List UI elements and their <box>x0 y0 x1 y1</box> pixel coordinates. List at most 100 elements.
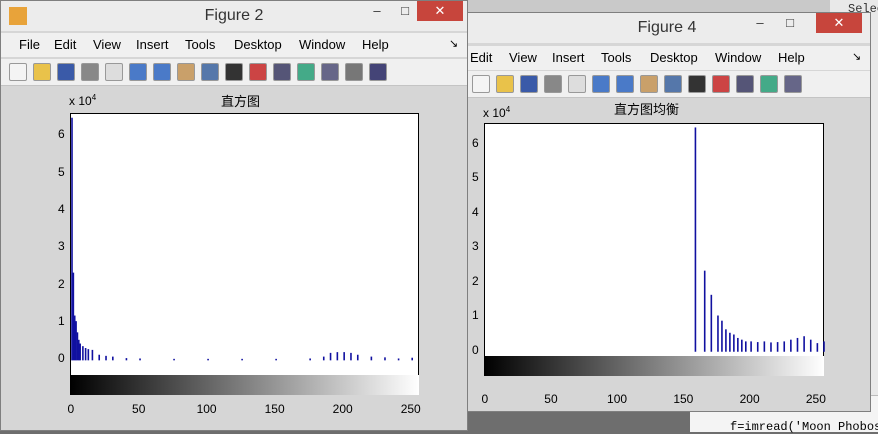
menu-tools[interactable]: Tools <box>601 50 631 65</box>
rotate-icon[interactable] <box>201 63 219 81</box>
maximize-button[interactable]: □ <box>395 1 415 21</box>
figure-4-axes[interactable] <box>484 123 825 368</box>
histogram-bar <box>694 127 697 352</box>
menu-help[interactable]: Help <box>778 50 805 65</box>
histogram-bar <box>384 357 386 361</box>
x-tick-label: 200 <box>739 392 760 406</box>
y-tick-label: 0 <box>58 351 65 366</box>
menu-view[interactable]: View <box>509 50 537 65</box>
zoom-in-icon[interactable] <box>129 63 147 81</box>
figure-2-toolbar <box>1 59 467 86</box>
histogram-bar <box>356 354 359 361</box>
colorbar-icon[interactable] <box>297 63 315 81</box>
rotate-icon[interactable] <box>616 75 634 93</box>
print-icon[interactable] <box>81 63 99 81</box>
link-icon[interactable] <box>688 75 706 93</box>
menu-dock-arrow-icon[interactable]: ↘ <box>449 37 458 50</box>
y-tick-label: 4 <box>472 204 479 219</box>
histogram-bar <box>790 339 792 352</box>
y-tick-label: 2 <box>472 273 479 288</box>
new-figure-icon[interactable] <box>9 63 27 81</box>
menu-view[interactable]: View <box>93 37 121 52</box>
menu-edit[interactable]: Edit <box>470 50 492 65</box>
pointer-icon[interactable] <box>520 75 538 93</box>
histogram-bar <box>76 332 79 361</box>
histogram-bar <box>322 356 325 361</box>
maximize-button[interactable]: □ <box>780 13 800 33</box>
menu-desktop[interactable]: Desktop <box>234 37 282 52</box>
zoom-out-icon[interactable] <box>568 75 586 93</box>
x-tick-label: 50 <box>544 392 558 406</box>
histogram-bar <box>741 339 743 352</box>
legend-icon[interactable] <box>321 63 339 81</box>
histogram-bar <box>397 358 400 361</box>
histogram-bar <box>725 329 727 352</box>
show-tools-icon[interactable] <box>369 63 387 81</box>
data-cursor-icon[interactable] <box>640 75 658 93</box>
histogram-bar <box>737 337 739 352</box>
figure-2-window: Figure 2 – □ ✕ File Edit View Insert Too… <box>0 0 468 431</box>
menu-window[interactable]: Window <box>299 37 345 52</box>
histogram-bar <box>796 337 799 352</box>
x-tick-label: 150 <box>673 392 694 406</box>
brush-icon[interactable] <box>664 75 682 93</box>
y-tick-label: 5 <box>58 164 65 179</box>
y-tick-label: 6 <box>58 127 65 142</box>
histogram-bar <box>783 341 786 352</box>
histogram-bar <box>72 272 75 361</box>
x-tick-label: 0 <box>67 402 75 416</box>
save-icon[interactable] <box>472 75 490 93</box>
zoom-in-icon[interactable] <box>544 75 562 93</box>
menu-file[interactable]: File <box>19 37 40 52</box>
minimize-button[interactable]: – <box>750 13 770 33</box>
x-tick-label: 100 <box>607 392 628 406</box>
menu-tools[interactable]: Tools <box>185 37 215 52</box>
pan-icon[interactable] <box>177 63 195 81</box>
figure-2-menubar: File Edit View Insert Tools Desktop Wind… <box>1 33 467 57</box>
save-icon[interactable] <box>57 63 75 81</box>
show-tools-icon[interactable] <box>784 75 802 93</box>
y-multiplier-exponent: 4 <box>505 105 511 114</box>
y-tick-label: 1 <box>58 314 65 328</box>
open-file-icon[interactable] <box>33 63 51 81</box>
brush-icon[interactable] <box>249 63 267 81</box>
y-tick-label: 3 <box>58 239 65 254</box>
histogram-bar <box>717 315 719 352</box>
print-icon[interactable] <box>496 75 514 93</box>
histogram-bar <box>776 342 779 352</box>
close-button[interactable]: ✕ <box>816 13 862 33</box>
y-tick-label: 6 <box>472 135 479 150</box>
menu-edit[interactable]: Edit <box>54 37 76 52</box>
figure-2-axes[interactable] <box>70 113 419 378</box>
menu-insert[interactable]: Insert <box>552 50 585 65</box>
data-cursor-icon[interactable] <box>225 63 243 81</box>
pointer-icon[interactable] <box>105 63 123 81</box>
histogram-bar <box>98 354 101 361</box>
pan-icon[interactable] <box>592 75 610 93</box>
histogram-bar <box>823 341 825 352</box>
histogram-bar <box>78 339 80 361</box>
histogram-bar <box>770 342 772 352</box>
figure-2-titlebar[interactable]: Figure 2 – □ ✕ <box>1 1 467 31</box>
menu-desktop[interactable]: Desktop <box>650 50 698 65</box>
hide-tools-icon[interactable] <box>760 75 778 93</box>
colorbar-icon[interactable] <box>712 75 730 93</box>
minimize-button[interactable]: – <box>367 1 387 21</box>
figure-4-bars <box>694 127 825 352</box>
figure-4-colorbar <box>484 356 824 376</box>
zoom-out-icon[interactable] <box>153 63 171 81</box>
menu-insert[interactable]: Insert <box>136 37 169 52</box>
histogram-bar <box>87 349 90 361</box>
menu-window[interactable]: Window <box>715 50 761 65</box>
histogram-bar <box>803 336 805 352</box>
figure-4-titlebar[interactable]: Figure 4 – □ ✕ <box>464 13 870 43</box>
histogram-bar <box>710 294 713 352</box>
menu-dock-arrow-icon[interactable]: ↘ <box>852 50 861 63</box>
legend-icon[interactable] <box>736 75 754 93</box>
close-button[interactable]: ✕ <box>417 1 463 21</box>
hide-tools-icon[interactable] <box>345 63 363 81</box>
menu-help[interactable]: Help <box>362 37 389 52</box>
histogram-bar <box>105 355 107 361</box>
link-icon[interactable] <box>273 63 291 81</box>
x-tick-label: 250 <box>805 392 826 406</box>
